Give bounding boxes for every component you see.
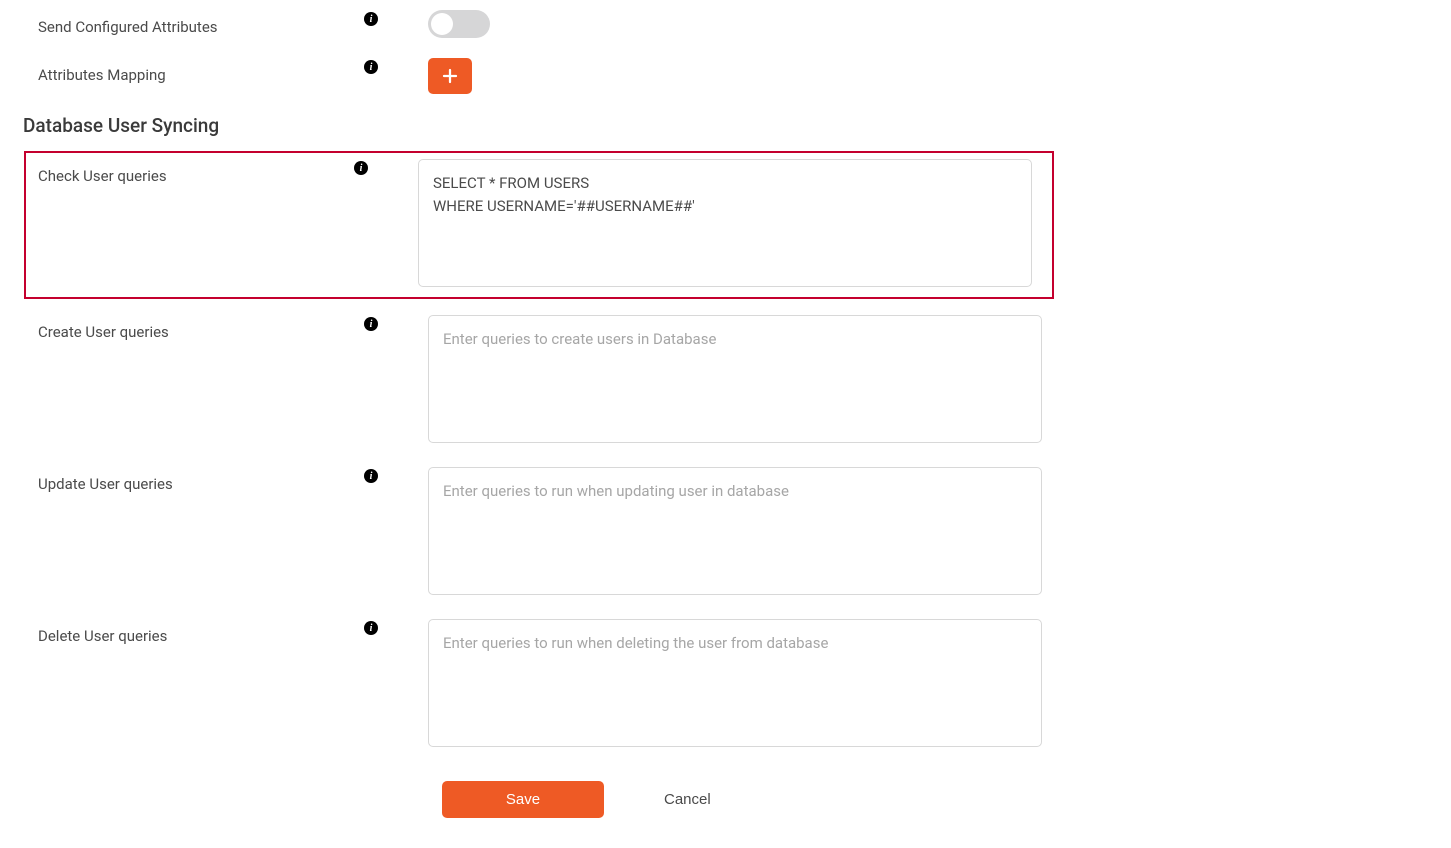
send-configured-attributes-toggle[interactable] <box>428 10 490 38</box>
create-user-queries-row: Create User queries i <box>20 315 1431 447</box>
send-configured-attributes-label: Send Configured Attributes <box>38 18 218 36</box>
delete-user-queries-row: Delete User queries i <box>20 619 1431 751</box>
save-button[interactable]: Save <box>442 781 604 818</box>
action-buttons: Save Cancel <box>20 781 1431 818</box>
info-icon[interactable]: i <box>364 469 378 483</box>
check-user-queries-row: Check User queries i <box>30 159 1048 291</box>
cancel-button[interactable]: Cancel <box>664 791 711 808</box>
info-icon[interactable]: i <box>354 161 368 175</box>
info-icon[interactable]: i <box>364 12 378 26</box>
info-icon[interactable]: i <box>364 60 378 74</box>
check-user-queries-input[interactable] <box>418 159 1032 287</box>
delete-user-queries-input[interactable] <box>428 619 1042 747</box>
update-user-queries-label: Update User queries <box>38 475 173 493</box>
create-user-queries-input[interactable] <box>428 315 1042 443</box>
create-user-queries-label: Create User queries <box>38 323 169 341</box>
info-icon[interactable]: i <box>364 317 378 331</box>
delete-user-queries-label: Delete User queries <box>38 627 167 645</box>
attributes-mapping-row: Attributes Mapping i <box>20 58 1431 94</box>
info-icon[interactable]: i <box>364 621 378 635</box>
plus-icon <box>441 67 459 85</box>
check-user-highlight: Check User queries i <box>24 151 1054 299</box>
attributes-mapping-label: Attributes Mapping <box>38 66 166 84</box>
update-user-queries-row: Update User queries i <box>20 467 1431 599</box>
database-user-syncing-title: Database User Syncing <box>20 114 1431 137</box>
add-attribute-mapping-button[interactable] <box>428 58 472 94</box>
send-configured-attributes-row: Send Configured Attributes i <box>20 10 1431 38</box>
update-user-queries-input[interactable] <box>428 467 1042 595</box>
check-user-queries-label: Check User queries <box>38 167 167 185</box>
